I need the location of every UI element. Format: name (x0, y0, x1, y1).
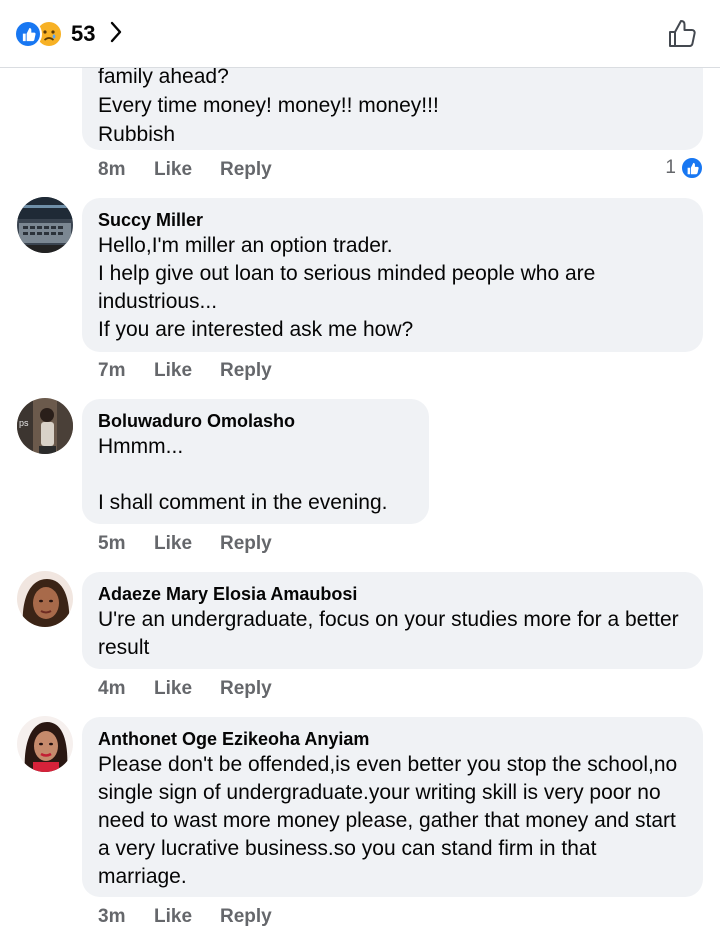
comment-text: U're an undergraduate, focus on your stu… (98, 608, 679, 659)
reply-link[interactable]: Reply (220, 533, 272, 555)
avatar[interactable] (17, 197, 73, 253)
comment-actions: 5m Like Reply (98, 530, 272, 558)
like-icon (680, 156, 704, 180)
comment-author[interactable]: Boluwaduro Omolasho (98, 409, 413, 433)
like-link[interactable]: Like (154, 533, 220, 555)
avatar[interactable] (17, 571, 73, 627)
comment-bubble: Anthonet Oge Ezikeoha Anyiam Please don'… (82, 717, 703, 897)
comment-time: 3m (98, 906, 126, 927)
comment-text: family ahead? Every time money! money!! … (98, 65, 439, 146)
comment-time: 5m (98, 533, 126, 554)
chevron-right-icon[interactable] (109, 20, 123, 49)
comment-bubble: Succy Miller Hello,I'm miller an option … (82, 198, 703, 352)
like-icon (14, 20, 42, 48)
reactions-header: 53 (0, 0, 720, 68)
comment-actions: 8m Like Reply (98, 156, 272, 184)
svg-text:ps: ps (19, 418, 29, 428)
comment-actions: 7m Like Reply (98, 357, 272, 385)
comment-text: Please don't be offended,is even better … (98, 753, 678, 888)
comment-actions: 4m Like Reply (98, 675, 272, 703)
comment-author[interactable]: Adaeze Mary Elosia Amaubosi (98, 582, 687, 606)
comment-author[interactable]: Succy Miller (98, 208, 687, 232)
comments-feed: family ahead? Every time money! money!! … (0, 0, 720, 937)
like-link[interactable]: Like (154, 159, 220, 181)
reply-link[interactable]: Reply (220, 159, 272, 181)
comment-time: 8m (98, 159, 126, 180)
comment-actions: 3m Like Reply (98, 903, 272, 931)
comment-author[interactable]: Anthonet Oge Ezikeoha Anyiam (98, 727, 687, 751)
reply-link[interactable]: Reply (220, 678, 272, 700)
reaction-total: 53 (71, 21, 96, 46)
comment-bubble: Boluwaduro Omolasho Hmmm... I shall comm… (82, 399, 429, 524)
avatar[interactable] (17, 716, 73, 772)
like-link[interactable]: Like (154, 360, 220, 382)
comment-text: Hello,I'm miller an option trader. I hel… (98, 234, 596, 341)
comment-reaction-count[interactable]: 1 (665, 156, 704, 180)
like-link[interactable]: Like (154, 906, 220, 928)
reply-link[interactable]: Reply (220, 906, 272, 928)
comment-time: 4m (98, 678, 126, 699)
like-link[interactable]: Like (154, 678, 220, 700)
comment-text: Hmmm... I shall comment in the evening. (98, 435, 388, 514)
reactions-summary[interactable]: 53 (14, 19, 123, 49)
avatar[interactable]: ps (17, 398, 73, 454)
reply-link[interactable]: Reply (220, 360, 272, 382)
comment-time: 7m (98, 360, 126, 381)
thumb-up-outline-icon[interactable] (666, 18, 698, 50)
comment-bubble: Adaeze Mary Elosia Amaubosi U're an unde… (82, 572, 703, 669)
reaction-count-number: 1 (665, 157, 676, 178)
